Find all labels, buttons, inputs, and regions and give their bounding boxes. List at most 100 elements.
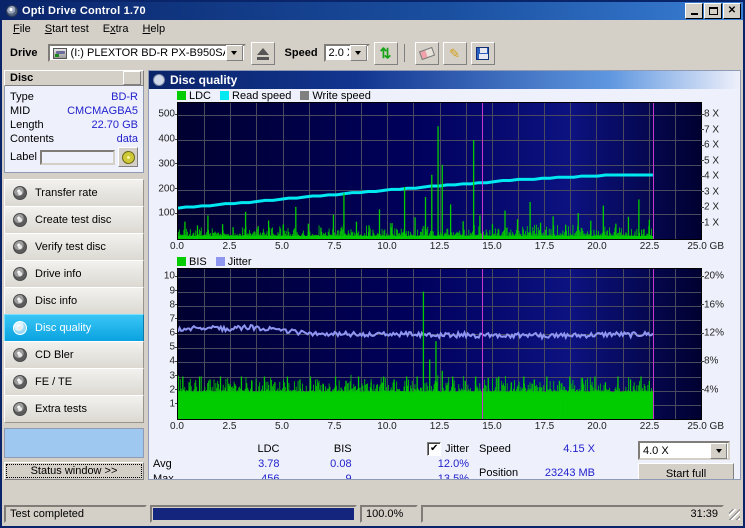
y-tick-label: 500 xyxy=(158,109,178,120)
disc-icon xyxy=(13,294,27,308)
menu-item-start-test[interactable]: Start test xyxy=(38,22,96,36)
top-chart-x-axis: 0.0 2.5 5.0 7.5 10.0 12.5 15.0 17.5 20.0 22.5 25.0… xyxy=(170,240,724,255)
bottom-chart-legend: BIS Jitter xyxy=(149,255,740,268)
menu-item-help[interactable]: Help xyxy=(135,22,172,36)
y-tick-label: 5 xyxy=(169,342,178,353)
optical-drive-icon xyxy=(52,47,67,59)
eraser-icon xyxy=(418,46,435,60)
y-tick-label: 1 X xyxy=(701,217,719,228)
disc-label-input[interactable] xyxy=(39,149,115,165)
legend-label: Read speed xyxy=(232,89,292,102)
sidebar-item-cd-bler[interactable]: CD Bler xyxy=(4,341,144,369)
sidebar-item-label: Disc info xyxy=(35,295,78,307)
statistics-area: LDC BIS ✔ Jitter Avg 3.78 0.08 12.0% Max… xyxy=(149,435,740,480)
page-title: Disc quality xyxy=(170,73,238,87)
legend-item-bis: BIS xyxy=(177,256,207,268)
bottom-chart-y-axis-right: 4% 8% 12% 16% 20% xyxy=(701,268,740,420)
readout-position-label: Position xyxy=(479,466,519,479)
x-tick-label: 12.5 xyxy=(429,421,450,432)
speed-select[interactable]: 2.0 X xyxy=(323,44,370,62)
eject-button[interactable] xyxy=(250,41,275,65)
refresh-button[interactable]: ⇅ xyxy=(373,41,398,65)
close-button[interactable]: ✕ xyxy=(723,3,741,19)
sidebar-item-create-test-disc[interactable]: Create test disc xyxy=(4,206,144,234)
sidebar-item-disc-info[interactable]: Disc info xyxy=(4,287,144,315)
status-window-button[interactable]: Status window >> xyxy=(4,462,144,480)
tools-button[interactable]: ✎ xyxy=(442,41,467,65)
sidebar-item-fe-te[interactable]: FE / TE xyxy=(4,368,144,396)
sidebar-item-drive-info[interactable]: Drive info xyxy=(4,260,144,288)
disc-icon xyxy=(13,267,27,281)
row-label-max: Max xyxy=(153,472,174,480)
chart-marker xyxy=(482,269,484,419)
drive-select-value: (I:) PLEXTOR BD-R PX-B950SA 1.04 xyxy=(70,47,225,59)
y-tick-label: 4 xyxy=(169,356,178,367)
sidebar-item-label: Disc quality xyxy=(35,322,92,334)
jitter-checkbox[interactable]: ✔ xyxy=(427,441,442,456)
sidebar-item-verify-test-disc[interactable]: Verify test disc xyxy=(4,233,144,261)
sidebar-item-transfer-rate[interactable]: Transfer rate xyxy=(4,179,144,207)
save-button[interactable] xyxy=(470,41,495,65)
toolbar: Drive (I:) PLEXTOR BD-R PX-B950SA 1.04 S… xyxy=(2,38,743,68)
write-speed-select[interactable]: 4.0 X xyxy=(638,441,730,460)
speed-label: Speed xyxy=(284,47,318,59)
sidebar-item-label: Extra tests xyxy=(35,403,87,415)
cell-avg-ldc: 3.78 xyxy=(258,457,280,470)
cell-avg-bis: 0.08 xyxy=(330,457,352,470)
jitter-checkbox-wrap[interactable]: ✔ Jitter xyxy=(358,441,479,456)
y-tick-label: 20% xyxy=(701,271,724,282)
sidebar-item-label: Transfer rate xyxy=(35,187,98,199)
disc-refresh-button[interactable] xyxy=(118,147,138,167)
bottom-chart-plot[interactable] xyxy=(177,268,702,420)
bottom-chart-x-axis-wrap: 0.0 2.5 5.0 7.5 10.0 12.5 15.0 17.5 20.0 22.5 25.0… xyxy=(149,420,740,435)
start-full-button[interactable]: Start full xyxy=(638,463,734,479)
title-bar: Opti Drive Control 1.70 ✕ xyxy=(2,2,743,20)
disc-row-key: Type xyxy=(10,91,34,103)
x-tick-label: 10.0 xyxy=(377,421,397,432)
x-tick-label: 15.0 xyxy=(482,241,502,252)
bottom-chart: 1 2 3 4 5 6 7 8 9 10 4% 8% 12% 16% 20% xyxy=(149,268,740,420)
x-tick-label: 20.0 xyxy=(587,421,607,432)
speed-select-value: 2.0 X xyxy=(328,47,349,59)
column-header-jitter: Jitter xyxy=(445,442,469,455)
cell-max-jitter: 13.5% xyxy=(437,472,469,480)
erase-button[interactable] xyxy=(414,41,439,65)
top-chart-plot[interactable] xyxy=(177,102,702,240)
bottom-chart-y-axis-left: 1 2 3 4 5 6 7 8 9 10 xyxy=(149,268,178,420)
top-chart-x-axis-wrap: 0.0 2.5 5.0 7.5 10.0 12.5 15.0 17.5 20.0 22.5 25.0… xyxy=(149,240,740,255)
menu-item-file[interactable]: File xyxy=(6,22,38,36)
statistics-table: LDC BIS ✔ Jitter Avg 3.78 0.08 12.0% Max… xyxy=(149,441,479,480)
chevron-down-icon[interactable] xyxy=(225,45,243,61)
disc-panel-toggle[interactable] xyxy=(123,71,141,85)
disc-row-contents: Contents data xyxy=(10,132,138,146)
application-window: Opti Drive Control 1.70 ✕ File Start tes… xyxy=(0,0,745,528)
y-tick-label: 8 xyxy=(169,299,178,310)
chevron-down-icon[interactable] xyxy=(710,442,727,459)
progress-percent: 100.0% xyxy=(360,505,418,523)
readout-speed: Speed 4.15 X xyxy=(479,441,638,456)
legend-label: LDC xyxy=(189,89,212,102)
disc-row-mid: MID CMCMAGBA5 xyxy=(10,104,138,118)
sidebar-item-disc-quality[interactable]: Disc quality xyxy=(4,314,144,342)
x-tick-label: 22.5 xyxy=(639,421,660,432)
menu-item-extra[interactable]: Extra xyxy=(96,22,136,36)
x-tick-label: 22.5 xyxy=(639,241,660,252)
minimize-button[interactable] xyxy=(685,3,703,19)
x-tick-label: 12.5 xyxy=(429,241,450,252)
chevron-down-icon[interactable] xyxy=(349,45,367,61)
bottom-chart-series xyxy=(178,291,701,419)
maximize-button[interactable] xyxy=(704,3,722,19)
x-tick-label: 17.5 xyxy=(534,241,555,252)
eject-icon xyxy=(256,47,269,55)
legend-label: Write speed xyxy=(312,89,371,102)
disc-row-key: MID xyxy=(10,105,31,117)
cd-icon xyxy=(121,150,135,164)
legend-label: BIS xyxy=(189,255,207,268)
resize-grip-icon[interactable] xyxy=(727,507,741,521)
table-row: Avg 3.78 0.08 12.0% xyxy=(153,456,479,471)
drive-select[interactable]: (I:) PLEXTOR BD-R PX-B950SA 1.04 xyxy=(47,44,246,62)
row-label-avg: Avg xyxy=(153,457,172,470)
elapsed-time: 31:39 xyxy=(421,505,724,523)
sidebar-item-extra-tests[interactable]: Extra tests xyxy=(4,395,144,423)
y-tick-label: 4% xyxy=(701,384,718,395)
